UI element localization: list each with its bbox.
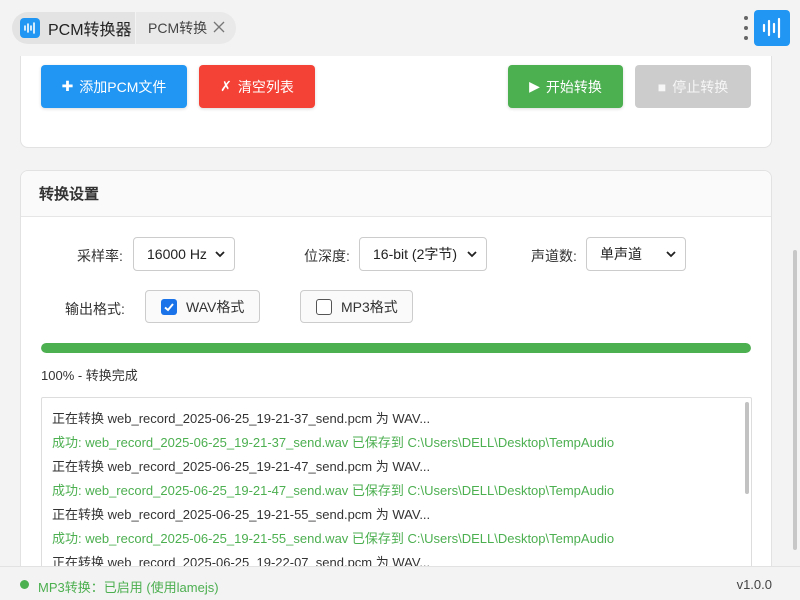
conversion-log[interactable]: 正在转换 web_record_2025-06-25_19-21-37_send… (41, 397, 752, 566)
status-bar: MP3转换：已启用 (使用lamejs) v1.0.0 (0, 566, 800, 600)
checkbox-checked-icon (161, 298, 177, 315)
log-line: 正在转换 web_record_2025-06-25_19-22-07_send… (52, 555, 431, 566)
progress-fill (41, 343, 751, 353)
settings-title: 转换设置 (21, 171, 771, 217)
audio-wave-icon[interactable] (754, 10, 790, 46)
file-card: ✚ 添加PCM文件 ✗ 清空列表 ▶ 开始转换 ■ 停止转换 (20, 56, 772, 148)
mp3-format-checkbox[interactable]: MP3格式 (300, 290, 413, 323)
page-scrollbar[interactable] (793, 250, 797, 550)
more-menu-icon[interactable] (742, 16, 750, 40)
tab-label: PCM转换 (148, 20, 208, 36)
wav-format-checkbox[interactable]: WAV格式 (145, 290, 260, 323)
version-label: v1.0.0 (736, 577, 772, 592)
chevron-down-icon (665, 247, 677, 259)
checkbox-unchecked-icon (316, 298, 332, 315)
output-format-label: 输出格式: (65, 301, 125, 317)
tab-pcm-convert[interactable]: PCM转换 (136, 12, 236, 44)
start-convert-button[interactable]: ▶ 开始转换 (508, 65, 623, 108)
sample-rate-label: 采样率: (77, 248, 123, 264)
channels-label: 声道数: (531, 248, 577, 264)
chevron-down-icon (214, 247, 226, 259)
tab-app[interactable]: PCM转换器 (12, 12, 135, 44)
tab-title: PCM转换器 (48, 22, 132, 39)
chevron-down-icon (466, 247, 478, 259)
log-line: 正在转换 web_record_2025-06-25_19-21-47_send… (52, 459, 431, 474)
stop-icon: ■ (657, 78, 667, 95)
bit-depth-label: 位深度: (304, 248, 350, 264)
log-line: 成功: web_record_2025-06-25_19-21-37_send.… (52, 435, 615, 450)
log-line: 成功: web_record_2025-06-25_19-21-55_send.… (52, 531, 615, 546)
progress-bar (41, 343, 751, 353)
log-line: 成功: web_record_2025-06-25_19-21-47_send.… (52, 483, 615, 498)
title-bar: PCM转换器 PCM转换 (0, 0, 800, 56)
progress-text: 100% - 转换完成 (41, 368, 138, 383)
main-content[interactable]: ✚ 添加PCM文件 ✗ 清空列表 ▶ 开始转换 ■ 停止转换 转换设置 采样率:… (0, 56, 800, 566)
settings-card: 转换设置 采样率: 16000 Hz 位深度: 16-bit (2字节) 声道数… (20, 170, 772, 566)
close-icon[interactable] (212, 20, 226, 34)
log-scrollbar[interactable] (745, 402, 749, 494)
log-line: 正在转换 web_record_2025-06-25_19-21-55_send… (52, 507, 431, 522)
play-icon: ▶ (529, 78, 540, 94)
bit-depth-select[interactable]: 16-bit (2字节) (359, 237, 487, 271)
plus-icon: ✚ (61, 78, 74, 94)
clear-list-button[interactable]: ✗ 清空列表 (199, 65, 315, 108)
status-text: MP3转换：已启用 (使用lamejs) (38, 580, 219, 595)
channels-select[interactable]: 单声道 (586, 237, 686, 271)
x-icon: ✗ (220, 78, 232, 94)
sample-rate-select[interactable]: 16000 Hz (133, 237, 235, 271)
add-pcm-file-button[interactable]: ✚ 添加PCM文件 (41, 65, 187, 108)
status-dot-icon (20, 580, 29, 589)
log-line: 正在转换 web_record_2025-06-25_19-21-37_send… (52, 411, 431, 426)
audio-wave-icon (20, 18, 40, 38)
stop-convert-button[interactable]: ■ 停止转换 (635, 65, 751, 108)
